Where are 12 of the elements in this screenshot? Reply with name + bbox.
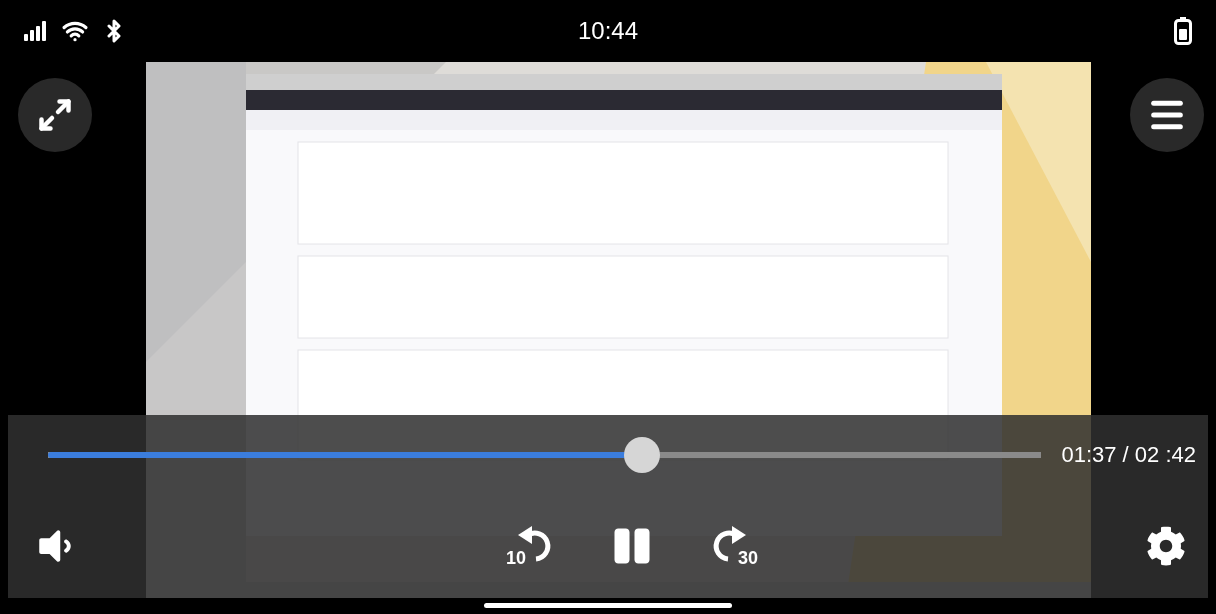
expand-icon <box>37 97 73 133</box>
settings-icon <box>1146 526 1186 566</box>
battery-icon <box>1174 17 1192 45</box>
clock-time: 10:44 <box>577 17 639 45</box>
pause-icon <box>612 526 652 566</box>
pause-button[interactable] <box>612 526 652 566</box>
settings-button[interactable] <box>1146 526 1186 566</box>
progress-thumb[interactable] <box>624 437 661 473</box>
rewind-button[interactable]: 10 <box>506 523 562 569</box>
playback-time: 01:37 / 02 :42 <box>1061 442 1196 468</box>
forward-button[interactable]: 30 <box>702 523 758 569</box>
signal-icon <box>24 21 48 41</box>
